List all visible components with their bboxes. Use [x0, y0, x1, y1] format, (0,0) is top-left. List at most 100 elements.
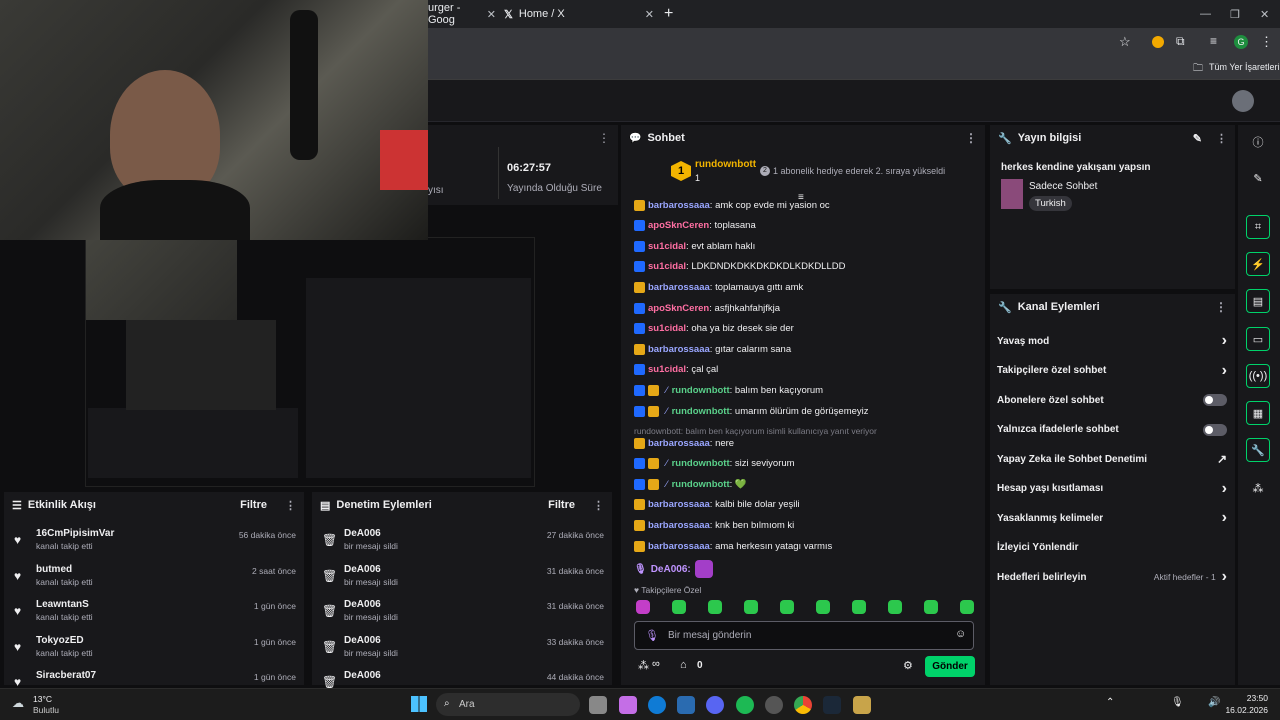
- broadcast-icon[interactable]: ((•)): [1246, 364, 1270, 388]
- star-icon[interactable]: ☆: [1119, 34, 1131, 50]
- badge-icon[interactable]: [648, 384, 659, 396]
- new-tab-button[interactable]: +: [664, 0, 673, 28]
- badge-icon[interactable]: [634, 240, 645, 252]
- badge-icon[interactable]: [634, 458, 645, 470]
- badge-icon[interactable]: [634, 261, 645, 273]
- badge-icon[interactable]: [634, 437, 645, 449]
- kebab-icon[interactable]: ⋮: [1216, 132, 1227, 145]
- badge-icon[interactable]: [634, 220, 645, 232]
- tool-icon[interactable]: 🔧: [1246, 438, 1270, 462]
- lightning-icon[interactable]: ⚡: [1246, 252, 1270, 276]
- chat-username[interactable]: su1cidal: [648, 241, 686, 252]
- send-button[interactable]: Gönder: [925, 656, 975, 677]
- microphone-icon[interactable]: 🎙: [1171, 697, 1184, 708]
- badge-icon[interactable]: [648, 478, 659, 490]
- kebab-icon[interactable]: ⋮: [965, 131, 977, 145]
- language-tag[interactable]: Turkish: [1029, 196, 1072, 211]
- badge-icon[interactable]: [634, 499, 645, 511]
- chat-username[interactable]: rundownbott: [672, 385, 730, 396]
- emote-icon[interactable]: [816, 600, 830, 614]
- kebab-icon[interactable]: ⋮: [1215, 300, 1227, 314]
- chat-username[interactable]: barbarossaaa: [648, 282, 710, 293]
- window-close-icon[interactable]: ✕: [1260, 0, 1269, 28]
- info-icon[interactable]: ⓘ: [1246, 130, 1270, 154]
- kebab-icon[interactable]: ⋮: [285, 499, 296, 512]
- channel-points-icon[interactable]: ⁂: [638, 659, 649, 672]
- channel-action-item[interactable]: Hesap yaşı kısıtlaması ›: [997, 478, 1227, 500]
- badge-icon[interactable]: [634, 302, 645, 314]
- list-item[interactable]: ♥ LeawntanS kanalı takip etti 1 gün önce: [14, 599, 296, 633]
- emote-icon[interactable]: [780, 600, 794, 614]
- menu-icon[interactable]: ⋮: [1260, 34, 1273, 50]
- chat-username[interactable]: su1cidal: [648, 364, 686, 375]
- category-name[interactable]: Sadece Sohbet: [1029, 181, 1097, 192]
- toggle-switch[interactable]: [1203, 423, 1227, 436]
- badge-icon[interactable]: [648, 405, 659, 417]
- chat-username[interactable]: su1cidal: [648, 323, 686, 334]
- chat-username[interactable]: barbarossaaa: [648, 200, 710, 211]
- channel-action-item[interactable]: Takipçilere özel sohbet ›: [997, 360, 1227, 382]
- spotify-icon[interactable]: [736, 696, 754, 714]
- pencil-icon[interactable]: ✎: [1246, 166, 1270, 190]
- media-icon[interactable]: ≡: [1210, 34, 1217, 48]
- chat-username[interactable]: rundownbott: [672, 458, 730, 469]
- list-item[interactable]: 🗑 DeA006 bir mesajı sildi 31 dakika önce: [322, 564, 604, 598]
- badge-icon[interactable]: [648, 458, 659, 470]
- minimize-icon[interactable]: —: [1200, 0, 1211, 28]
- badge-icon[interactable]: [634, 540, 645, 552]
- edge-icon[interactable]: [648, 696, 666, 714]
- chrome-icon[interactable]: [794, 696, 812, 714]
- chat-username[interactable]: barbarossaaa: [648, 541, 710, 552]
- channel-action-item[interactable]: Hedefleri belirleyin Aktif hedefler - 1 ›: [997, 566, 1227, 588]
- layout-icon[interactable]: ▦: [1246, 401, 1270, 425]
- kebab-icon[interactable]: ⋮: [593, 499, 604, 512]
- list-item[interactable]: 🗑 DeA006 bir mesajı sildi 31 dakika önce: [322, 599, 604, 633]
- chat-username[interactable]: apoSknCeren: [648, 220, 709, 231]
- list-item[interactable]: ♥ TokyozED kanalı takip etti 1 gün önce: [14, 635, 296, 669]
- settings-icon[interactable]: ⚙: [903, 659, 913, 672]
- badge-icon[interactable]: [634, 478, 645, 490]
- emote-icon[interactable]: [852, 600, 866, 614]
- points-icon[interactable]: ⁂: [1246, 476, 1270, 500]
- channel-action-item[interactable]: Abonelere özel sohbet: [997, 389, 1227, 411]
- document-icon[interactable]: ▤: [1246, 289, 1270, 313]
- badge-icon[interactable]: [634, 384, 645, 396]
- chat-username[interactable]: DeA006:: [651, 564, 691, 575]
- chat-username[interactable]: apoSknCeren: [648, 303, 709, 314]
- channel-action-item[interactable]: İzleyici Yönlendir: [997, 537, 1227, 559]
- toggle-switch[interactable]: [1203, 394, 1227, 406]
- channel-action-item[interactable]: Yalnızca ifadelerle sohbet: [997, 419, 1227, 441]
- emote-icon[interactable]: [924, 600, 938, 614]
- tab-x[interactable]: 𝕏 Home / X ✕: [504, 0, 654, 28]
- extension-icon[interactable]: [1152, 36, 1164, 48]
- steam-icon[interactable]: [823, 696, 841, 714]
- gift-icon[interactable]: ⌂: [680, 659, 687, 671]
- close-icon[interactable]: ✕: [645, 8, 654, 21]
- edit-icon[interactable]: ✎: [1193, 132, 1202, 145]
- all-bookmarks-link[interactable]: Tüm Yer İşaretleri: [1209, 62, 1280, 72]
- emote-icon[interactable]: [888, 600, 902, 614]
- badge-icon[interactable]: [634, 364, 645, 376]
- channel-action-item[interactable]: Yasaklanmış kelimeler ›: [997, 507, 1227, 529]
- chat-username[interactable]: barbarossaaa: [648, 520, 710, 531]
- task-view-icon[interactable]: [589, 696, 607, 714]
- chat-username[interactable]: rundownbott: [672, 406, 730, 417]
- filter-button[interactable]: Filtre: [548, 499, 575, 511]
- chat-username[interactable]: barbarossaaa: [648, 344, 710, 355]
- badge-icon[interactable]: [634, 343, 645, 355]
- emote-icon[interactable]: [672, 600, 686, 614]
- chat-username[interactable]: barbarossaaa: [648, 438, 710, 449]
- chat-username[interactable]: su1cidal: [648, 261, 686, 272]
- copilot-icon[interactable]: [619, 696, 637, 714]
- list-item[interactable]: 🗑 DeA006 bir mesajı sildi 27 dakika önce: [322, 528, 604, 562]
- maximize-icon[interactable]: ❐: [1230, 0, 1240, 28]
- app-icon[interactable]: [765, 696, 783, 714]
- list-item[interactable]: ♥ 16CmPipisimVar kanalı takip etti 56 dakik…: [14, 528, 296, 562]
- tab-google[interactable]: urger - Goog ✕: [428, 0, 496, 28]
- chat-input[interactable]: 🎙 Bir mesaj gönderin ☺: [634, 621, 974, 650]
- message-icon[interactable]: ▭: [1246, 327, 1270, 351]
- profile-avatar[interactable]: G: [1234, 35, 1248, 49]
- emoji-icon[interactable]: ☺: [955, 628, 966, 640]
- badge-icon[interactable]: [634, 323, 645, 335]
- close-icon[interactable]: ✕: [487, 8, 496, 21]
